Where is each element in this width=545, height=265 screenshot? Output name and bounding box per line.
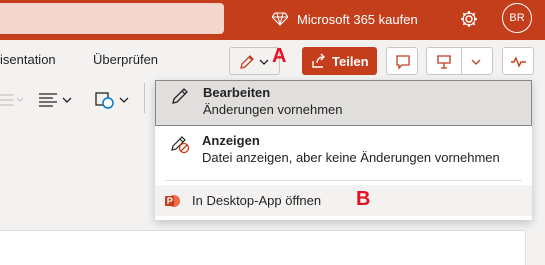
list-icon[interactable] [0,92,26,108]
menu-item-title: Bearbeiten [203,85,271,100]
view-only-icon [171,136,190,154]
activity-button[interactable] [502,47,534,75]
chevron-down-icon[interactable] [471,57,481,67]
gear-icon[interactable] [459,9,479,29]
share-icon [312,53,325,68]
title-bar: Microsoft 365 kaufen BR [0,0,545,40]
buy-label: Microsoft 365 kaufen [297,11,418,27]
split-divider [461,48,462,74]
activity-icon [511,56,526,68]
share-button[interactable]: Teilen [302,47,377,75]
chevron-down-icon [259,59,269,65]
buy-microsoft365-button[interactable]: Microsoft 365 kaufen [272,9,418,29]
slide-canvas[interactable] [0,230,526,265]
share-label: Teilen [332,53,369,69]
powerpoint-icon [165,195,180,207]
annotation-a: A [272,45,287,67]
menu-item-subtitle: Datei anzeigen, aber keine Änderungen vo… [202,150,500,165]
present-button[interactable] [426,47,493,75]
menu-item-subtitle: Änderungen vornehmen [203,102,343,117]
tab-review[interactable]: Überprüfen [93,52,158,67]
comment-icon [396,55,410,70]
toolbar-separator [144,83,145,113]
presentation-icon [437,55,451,69]
menu-divider [165,180,522,181]
diamond-icon [272,12,288,26]
avatar[interactable]: BR [502,3,532,33]
pencil-icon [240,55,254,69]
menu-item-open-desktop[interactable]: In Desktop-App öffnen [155,185,532,216]
pencil-icon [172,88,188,104]
menu-item-label: In Desktop-App öffnen [192,193,322,208]
comments-button[interactable] [386,47,418,75]
search-box[interactable] [0,3,224,34]
annotation-b: B [356,188,371,210]
menu-item-title: Anzeigen [202,133,260,148]
align-icon[interactable] [38,92,74,108]
shapes-icon[interactable] [94,90,132,110]
editing-mode-dropdown: Bearbeiten Änderungen vornehmen Anzeigen… [155,80,532,220]
menu-item-edit[interactable]: Bearbeiten Änderungen vornehmen [155,80,532,126]
tab-presentation[interactable]: isentation [0,52,56,67]
menu-item-view[interactable]: Anzeigen Datei anzeigen, aber keine Ände… [155,126,532,176]
